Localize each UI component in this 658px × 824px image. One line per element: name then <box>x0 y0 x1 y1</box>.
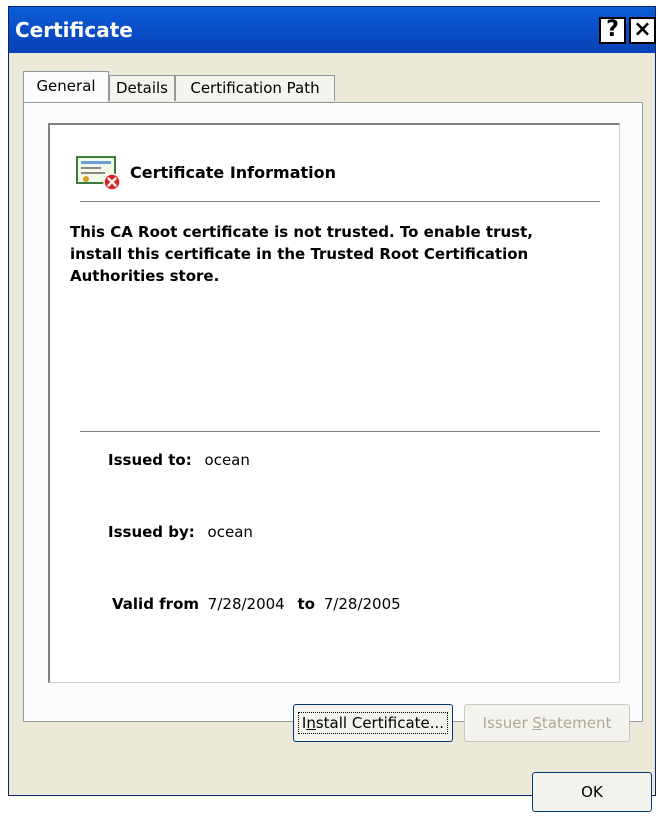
divider <box>80 201 600 202</box>
valid-to-value: 7/28/2005 <box>323 595 401 613</box>
install-label-accelerator: n <box>306 714 316 732</box>
tab-general[interactable]: General <box>23 71 109 102</box>
issued-to-value: ocean <box>204 451 250 469</box>
issued-by-value: ocean <box>207 523 253 541</box>
issued-by-label: Issued by: <box>108 523 195 541</box>
install-certificate-label: Install Certificate... <box>297 712 449 734</box>
general-tab-panel: Certificate Information This CA Root cer… <box>23 102 643 722</box>
certificate-info-box: Certificate Information This CA Root cer… <box>48 123 620 683</box>
valid-from-label: Valid from <box>112 595 200 613</box>
tab-certification-path[interactable]: Certification Path <box>175 75 335 101</box>
certificate-info-heading: Certificate Information <box>130 163 336 182</box>
valid-from-value: 7/28/2004 <box>207 595 285 613</box>
certificate-dialog: Certificate ? × General Details Certific… <box>8 6 656 812</box>
issued-to-row: Issued to: ocean <box>108 451 250 469</box>
issuer-label-part: Issuer <box>482 714 533 732</box>
issued-to-label: Issued to: <box>108 451 192 469</box>
install-label-part: stall Certificate... <box>315 714 445 732</box>
ok-button[interactable]: OK <box>532 772 652 812</box>
window-title: Certificate <box>15 18 133 42</box>
issuer-statement-button[interactable]: Issuer Statement <box>464 704 630 742</box>
help-button[interactable]: ? <box>599 17 626 44</box>
divider <box>80 431 600 432</box>
install-certificate-button[interactable]: Install Certificate... <box>293 704 453 742</box>
valid-to-label: to <box>297 595 315 613</box>
title-bar[interactable]: Certificate ? × <box>9 7 656 53</box>
trust-message: This CA Root certificate is not trusted.… <box>70 223 533 285</box>
close-button[interactable]: × <box>629 17 656 44</box>
tab-details[interactable]: Details <box>109 75 175 101</box>
certificate-error-icon <box>76 156 121 191</box>
issuer-label-accelerator: S <box>532 714 542 732</box>
issued-by-row: Issued by: ocean <box>108 523 253 541</box>
issuer-label-part: tatement <box>541 714 612 732</box>
validity-row: Valid from 7/28/2004 to 7/28/2005 <box>112 595 401 613</box>
